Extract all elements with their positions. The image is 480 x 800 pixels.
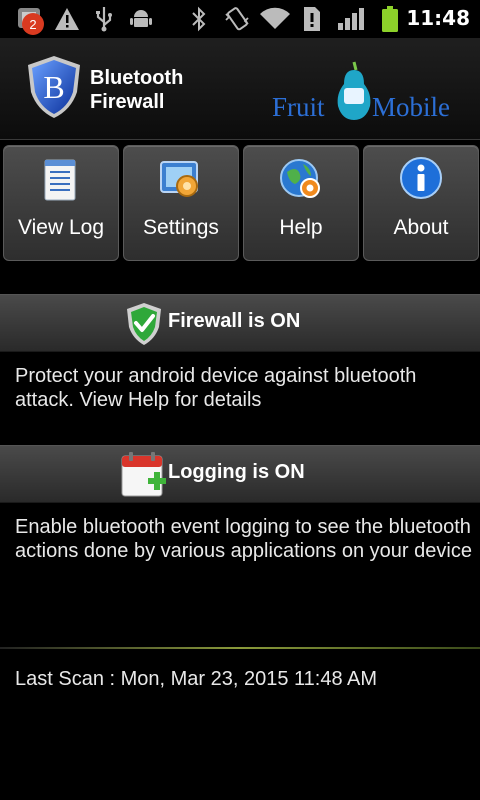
signal-icon	[336, 5, 366, 33]
app-header: B Bluetooth Firewall Fruit Mobile	[0, 38, 480, 140]
divider	[0, 647, 480, 649]
svg-text:B: B	[43, 69, 64, 105]
fruitmobile-brand-logo: Fruit Mobile	[270, 58, 465, 138]
settings-label: Settings	[143, 216, 219, 239]
firewall-status-bar[interactable]: Firewall is ON	[0, 294, 480, 352]
sim-alert-icon	[300, 5, 324, 33]
settings-button[interactable]: Settings	[123, 145, 239, 261]
firewall-status-title: Firewall is ON	[168, 310, 301, 332]
firewall-description: Protect your android device against blue…	[15, 365, 417, 411]
info-icon	[364, 156, 478, 206]
pear-mascot-icon	[334, 60, 374, 126]
app-title: Bluetooth Firewall	[90, 66, 220, 114]
app-title-line-1: Bluetooth	[90, 67, 184, 89]
logging-status-title: Logging is ON	[168, 461, 305, 483]
usb-icon	[92, 5, 116, 33]
brand-text-mobile: Mobile	[372, 92, 450, 122]
logging-description: Enable bluetooth event logging to see th…	[15, 516, 472, 562]
app-title-line-2: Firewall	[90, 91, 165, 113]
view-log-label: View Log	[17, 216, 104, 239]
about-label: About	[393, 216, 449, 239]
bluetooth-shield-logo-icon: B	[26, 54, 82, 124]
calendar-add-icon	[120, 450, 168, 504]
last-scan-text: Last Scan : Mon, Mar 23, 2015 11:48 AM	[15, 668, 378, 690]
brand-text-fruit: Fruit	[272, 92, 325, 122]
main-menu-grid: View Log Settings Help About	[0, 142, 480, 264]
settings-icon	[124, 156, 238, 206]
android-debug-icon	[128, 5, 154, 33]
battery-icon	[378, 5, 402, 33]
wifi-icon	[258, 5, 292, 33]
vibrate-icon	[222, 5, 252, 33]
bluetooth-icon	[188, 5, 210, 33]
help-globe-icon	[244, 156, 358, 206]
logging-status-bar[interactable]: Logging is ON	[0, 445, 480, 503]
help-button[interactable]: Help	[243, 145, 359, 261]
log-document-icon	[4, 156, 118, 206]
warning-icon	[53, 5, 81, 33]
help-label: Help	[279, 216, 323, 239]
status-bar: 2 11:48	[0, 0, 480, 38]
notification-count-badge: 2	[22, 13, 44, 35]
clock: 11:48	[406, 6, 470, 30]
view-log-button[interactable]: View Log	[3, 145, 119, 261]
green-shield-check-icon	[124, 301, 164, 351]
about-button[interactable]: About	[363, 145, 479, 261]
